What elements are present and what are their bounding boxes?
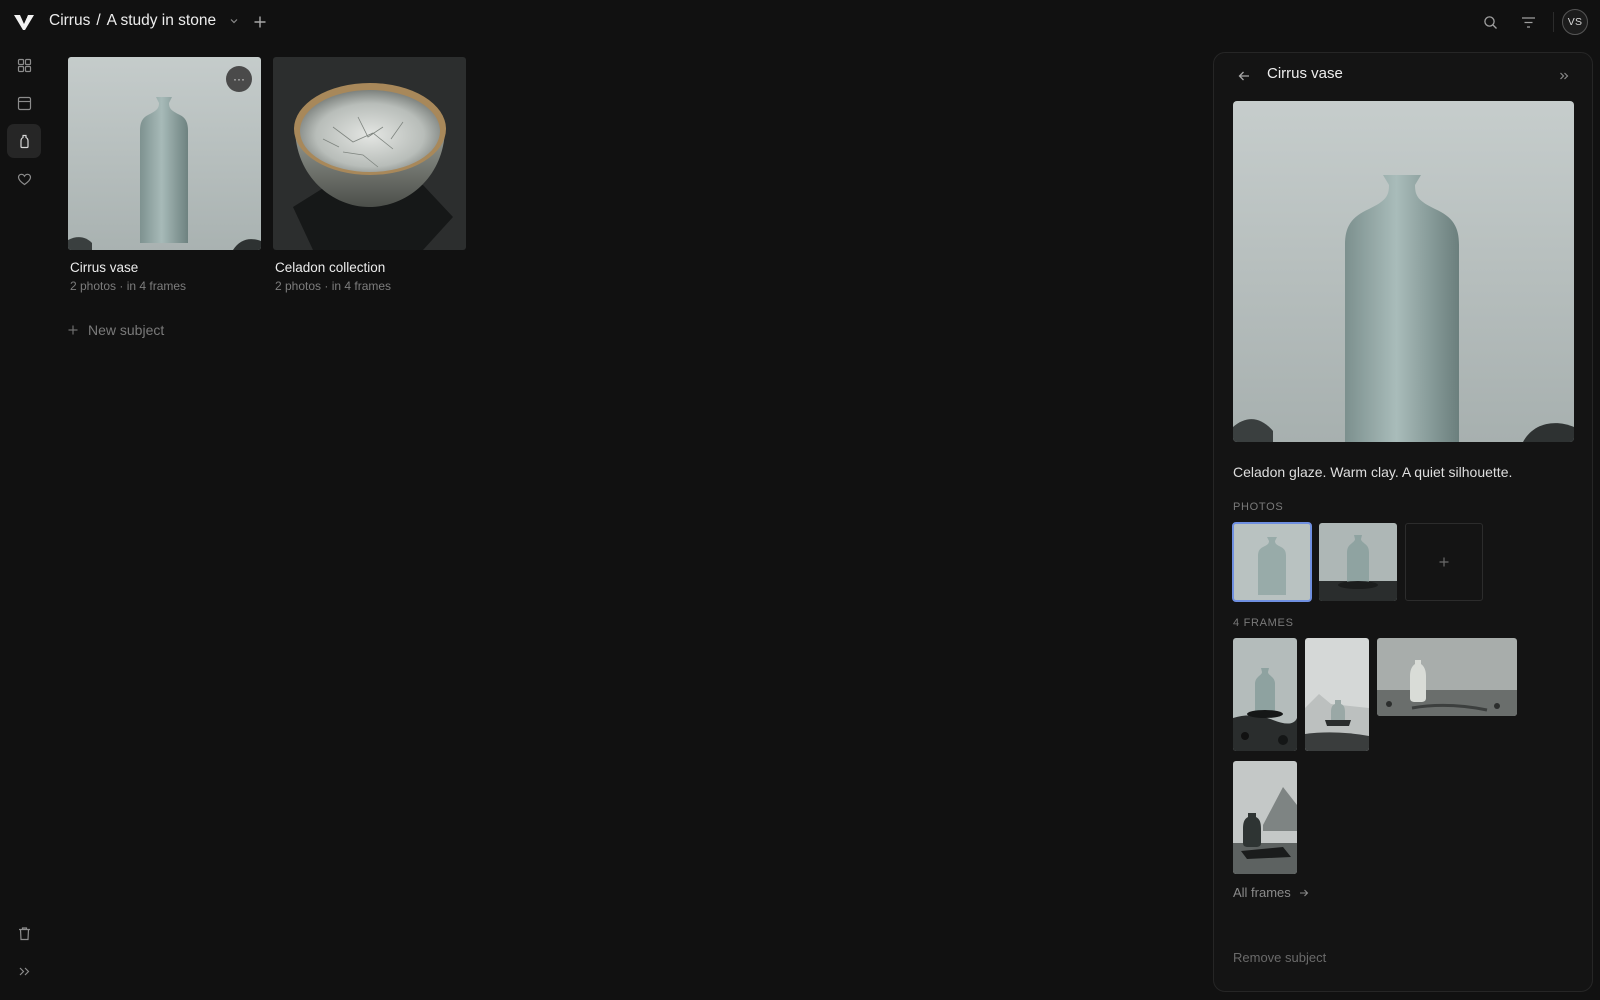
calendar-icon[interactable] bbox=[7, 86, 41, 120]
photos-section-label: PHOTOS bbox=[1233, 501, 1284, 513]
subject-title: Celadon collection bbox=[275, 260, 386, 275]
avatar[interactable]: VS bbox=[1562, 9, 1588, 35]
collapse-panel-icon[interactable] bbox=[1553, 65, 1575, 87]
filter-icon[interactable] bbox=[1509, 8, 1547, 36]
new-subject-label: New subject bbox=[88, 322, 165, 338]
nav-rail bbox=[7, 48, 41, 200]
vase-icon[interactable] bbox=[7, 124, 41, 158]
frames-section-label: 4 FRAMES bbox=[1233, 617, 1294, 629]
frame-thumbnail[interactable] bbox=[1233, 638, 1297, 751]
photos-list bbox=[1232, 522, 1483, 602]
subject-card-celadon-collection[interactable]: Celadon collection 2 photos · in 4 frame… bbox=[273, 57, 466, 293]
frame-thumbnail[interactable] bbox=[1233, 761, 1297, 874]
all-frames-label: All frames bbox=[1233, 885, 1291, 900]
more-options-button[interactable]: ··· bbox=[226, 66, 252, 92]
arrow-right-icon bbox=[1299, 888, 1309, 898]
logo-icon[interactable] bbox=[13, 12, 35, 32]
frame-thumbnail[interactable] bbox=[1377, 638, 1517, 716]
new-subject-button[interactable]: New subject bbox=[68, 322, 164, 338]
heart-icon[interactable] bbox=[7, 162, 41, 196]
subject-card-cirrus-vase[interactable]: ··· Cirrus vase 2 photos · in 4 frames bbox=[68, 57, 261, 293]
breadcrumb-separator: / bbox=[96, 12, 101, 29]
header-actions: VS bbox=[1471, 8, 1588, 36]
subject-detail-panel: Cirrus vase Celadon glaze. Warm clay. A … bbox=[1213, 52, 1593, 992]
plus-icon[interactable] bbox=[250, 12, 270, 32]
chevron-down-icon[interactable] bbox=[228, 15, 240, 27]
subject-meta: 2 photos · in 4 frames bbox=[70, 279, 187, 293]
subject-meta: 2 photos · in 4 frames bbox=[275, 279, 392, 293]
subject-thumbnail[interactable]: ··· bbox=[68, 57, 261, 250]
subjects-grid: ··· Cirrus vase 2 photos · in 4 frames C… bbox=[68, 57, 466, 293]
photo-thumbnail[interactable] bbox=[1319, 523, 1397, 601]
search-icon[interactable] bbox=[1471, 8, 1509, 36]
divider bbox=[1553, 12, 1554, 32]
subject-thumbnail[interactable] bbox=[273, 57, 466, 250]
top-bar: Cirrus / A study in stone VS bbox=[0, 0, 1600, 44]
nav-rail-bottom bbox=[7, 916, 41, 992]
workspace-name: Cirrus bbox=[49, 12, 91, 29]
grid-icon[interactable] bbox=[7, 48, 41, 82]
all-frames-link[interactable]: All frames bbox=[1233, 885, 1309, 900]
frame-thumbnail[interactable] bbox=[1305, 638, 1369, 751]
add-photo-button[interactable] bbox=[1405, 523, 1483, 601]
remove-subject-button[interactable]: Remove subject bbox=[1233, 950, 1326, 965]
plus-icon bbox=[68, 325, 78, 335]
subject-description: Celadon glaze. Warm clay. A quiet silhou… bbox=[1233, 464, 1513, 480]
trash-icon[interactable] bbox=[7, 916, 41, 950]
breadcrumb[interactable]: Cirrus / A study in stone bbox=[49, 12, 240, 30]
subject-hero-image bbox=[1233, 101, 1574, 442]
photo-thumbnail[interactable] bbox=[1232, 522, 1312, 602]
arrow-left-icon[interactable] bbox=[1233, 65, 1255, 87]
chevrons-right-icon[interactable] bbox=[7, 954, 41, 988]
project-name: A study in stone bbox=[106, 12, 217, 29]
panel-title: Cirrus vase bbox=[1267, 65, 1343, 82]
subject-title: Cirrus vase bbox=[70, 260, 139, 275]
